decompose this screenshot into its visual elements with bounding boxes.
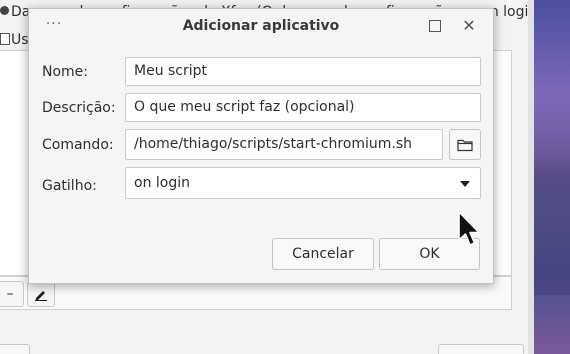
close-icon[interactable]: ✕ bbox=[461, 17, 477, 35]
close-window-button[interactable] bbox=[438, 344, 524, 354]
trigger-value: on login bbox=[134, 175, 190, 191]
edit-button[interactable] bbox=[27, 281, 55, 307]
folder-icon bbox=[457, 139, 473, 151]
mouse-cursor-icon bbox=[458, 211, 480, 246]
checkbox[interactable] bbox=[0, 33, 10, 45]
trigger-dropdown[interactable]: on login bbox=[125, 167, 481, 199]
maximize-icon[interactable] bbox=[429, 20, 441, 32]
description-input[interactable]: O que meu script faz (opcional) bbox=[125, 93, 481, 122]
command-label: Comando: bbox=[42, 137, 114, 153]
browse-button[interactable] bbox=[449, 129, 481, 160]
dialog-title: Adicionar aplicativo bbox=[182, 18, 340, 34]
minus-icon: – bbox=[6, 286, 14, 302]
edit-pen-icon bbox=[35, 291, 47, 301]
dialog-titlebar[interactable]: ··· Adicionar aplicativo ✕ bbox=[29, 9, 493, 46]
name-label: Nome: bbox=[42, 64, 89, 80]
cancel-button[interactable]: Cancelar bbox=[272, 238, 374, 270]
chevron-down-icon bbox=[460, 181, 470, 187]
radio-indicator bbox=[0, 6, 9, 15]
remove-button[interactable]: – bbox=[0, 281, 24, 307]
wallpaper-landscape bbox=[534, 95, 570, 295]
description-label: Descrição: bbox=[42, 100, 116, 116]
command-input[interactable]: /home/thiago/scripts/start-chromium.sh bbox=[125, 129, 443, 160]
window-border bbox=[528, 0, 534, 354]
add-application-dialog: ··· Adicionar aplicativo ✕ Nome: Meu scr… bbox=[28, 8, 494, 284]
name-input[interactable]: Meu script bbox=[125, 57, 481, 86]
help-button[interactable] bbox=[0, 344, 30, 354]
trigger-label: Gatilho: bbox=[42, 178, 97, 194]
